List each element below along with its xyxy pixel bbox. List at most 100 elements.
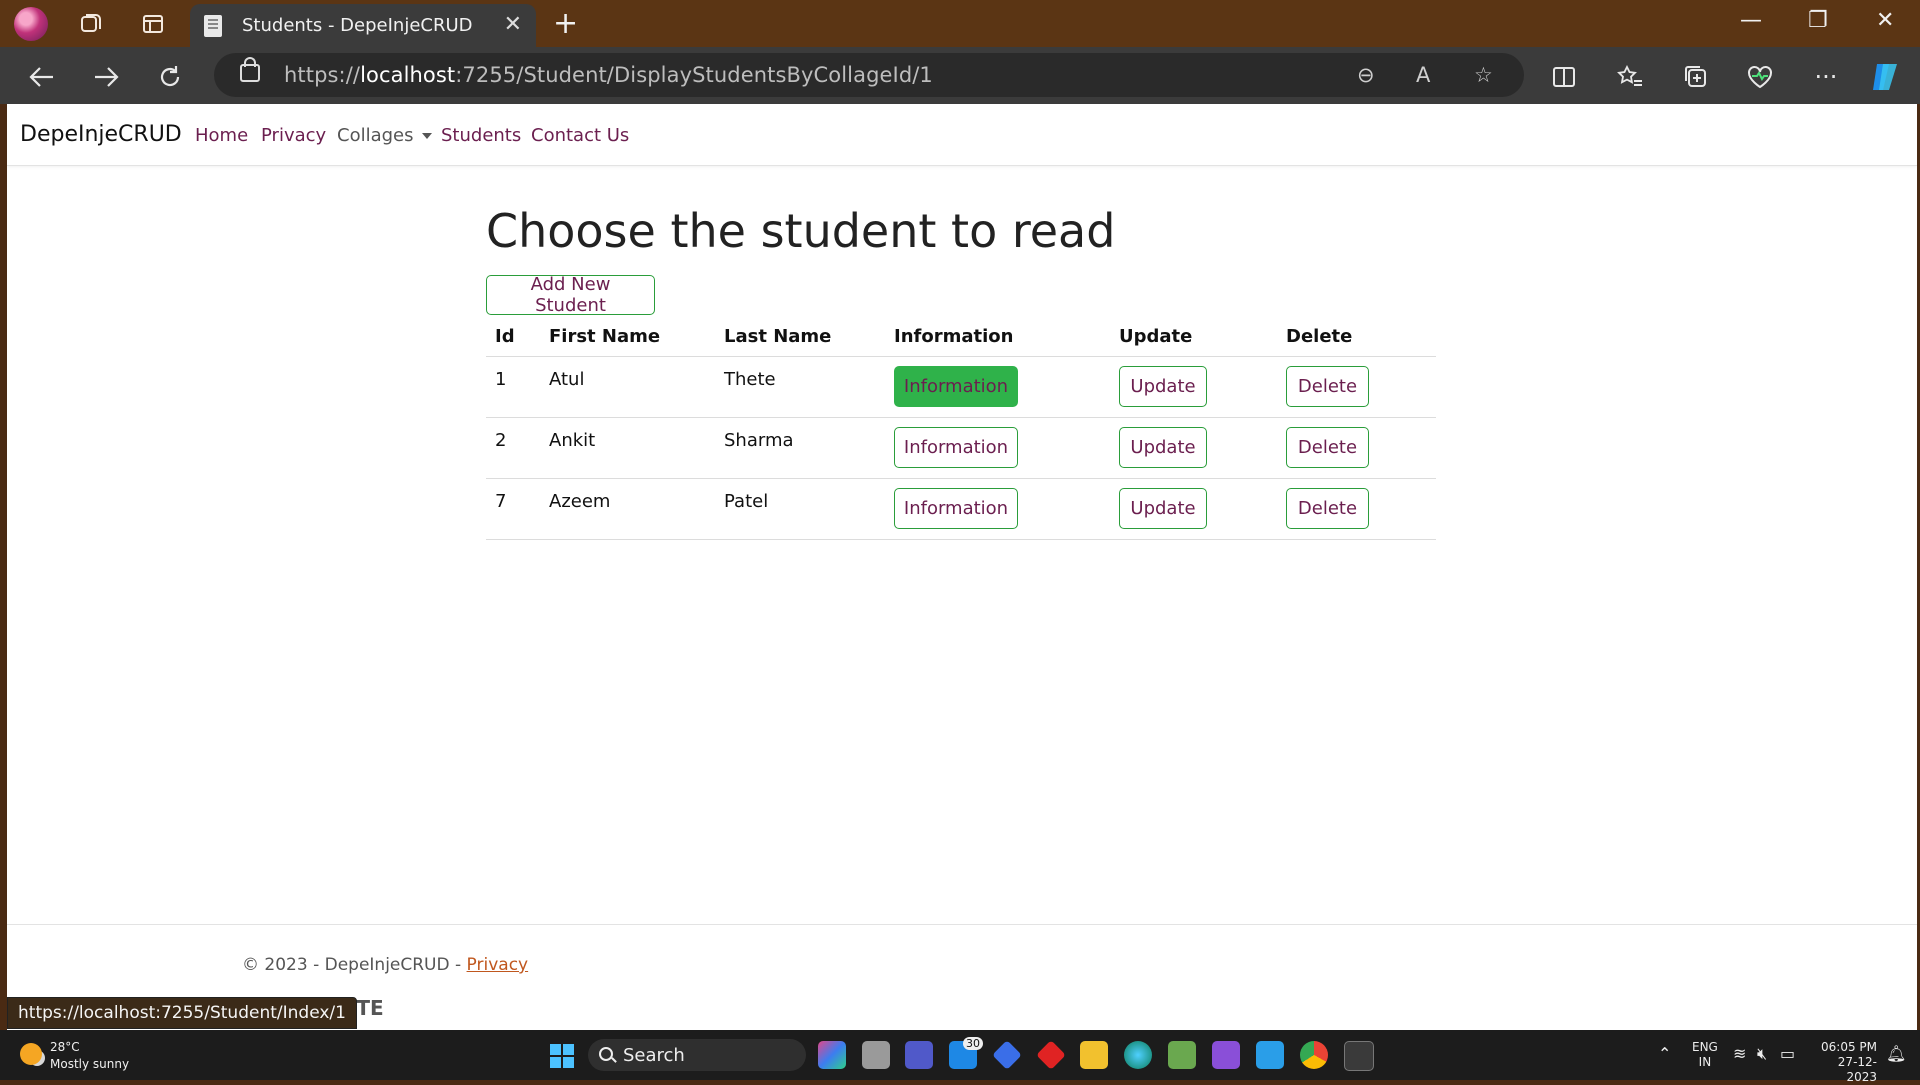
cell-delete: Delete	[1277, 478, 1436, 540]
favorite-star-icon[interactable]: ☆	[1474, 63, 1493, 87]
cell-information: Information	[885, 417, 1110, 479]
page-viewport: DepeInjeCRUD Home Privacy Collages Stude…	[7, 104, 1917, 1030]
split-screen-icon[interactable]	[1546, 59, 1582, 95]
nav-link-home[interactable]: Home	[195, 125, 248, 146]
visual-studio-icon[interactable]	[1212, 1041, 1240, 1069]
cell-information: Information	[885, 356, 1110, 418]
nav-dropdown-collages-label: Collages	[337, 125, 414, 146]
favorites-icon[interactable]	[1612, 59, 1648, 95]
chrome-icon[interactable]	[1300, 1041, 1328, 1069]
add-new-student-button[interactable]: Add New Student	[486, 274, 655, 316]
cell-information: Information	[885, 478, 1110, 540]
update-button[interactable]: Update	[1119, 488, 1207, 529]
copilot-app-icon[interactable]	[818, 1041, 846, 1069]
weather-description[interactable]: Mostly sunny	[50, 1057, 129, 1071]
new-tab-plus-icon[interactable]: +	[553, 6, 578, 41]
show-hidden-icons-chevron-icon[interactable]: ⌃	[1658, 1044, 1671, 1063]
clock[interactable]: 06:05 PM 27-12-2023	[1812, 1040, 1877, 1085]
edge-browser-icon[interactable]	[1124, 1041, 1152, 1069]
profile-avatar[interactable]	[14, 7, 48, 41]
input-language[interactable]: ENG IN	[1692, 1040, 1718, 1070]
refresh-icon[interactable]	[152, 59, 188, 95]
delete-button[interactable]: Delete	[1286, 488, 1369, 529]
weather-sun-icon[interactable]	[20, 1043, 42, 1065]
cell-last-name: Patel	[715, 478, 885, 540]
cell-first-name: Ankit	[540, 417, 715, 479]
footer-privacy-link[interactable]: Privacy	[467, 955, 529, 975]
students-table: Id First Name Last Name Information Upda…	[486, 316, 1436, 540]
mail-badge: 30	[963, 1037, 983, 1050]
vertical-tabs-icon[interactable]	[137, 8, 169, 40]
media-app-icon[interactable]	[992, 1040, 1022, 1070]
site-navbar: DepeInjeCRUD Home Privacy Collages Stude…	[7, 104, 1917, 166]
cell-last-name: Thete	[715, 356, 885, 418]
workspaces-icon[interactable]	[75, 8, 107, 40]
page-favicon-icon	[204, 15, 222, 37]
weather-temperature[interactable]: 28°C	[50, 1040, 80, 1054]
wifi-icon[interactable]: ≋	[1733, 1044, 1746, 1063]
information-button[interactable]: Information	[894, 488, 1018, 529]
address-url[interactable]: https://localhost:7255/Student/DisplaySt…	[284, 63, 933, 87]
taskbar-search[interactable]: Search	[588, 1039, 806, 1071]
taskbar-search-label: Search	[623, 1045, 685, 1066]
red-app-icon[interactable]	[1036, 1040, 1066, 1070]
footer-copyright-text: © 2023 - DepeInjeCRUD -	[242, 955, 467, 975]
restore-window-icon[interactable]: ❐	[1808, 8, 1828, 33]
speaker-muted-icon[interactable]: 🔇︎	[1757, 1044, 1767, 1064]
cell-update: Update	[1110, 417, 1277, 479]
lock-icon[interactable]	[240, 57, 260, 82]
delete-button[interactable]: Delete	[1286, 366, 1369, 407]
column-header-update: Update	[1110, 316, 1277, 357]
cell-update: Update	[1110, 356, 1277, 418]
copilot-icon[interactable]	[1868, 59, 1904, 95]
teams-app-icon[interactable]	[905, 1041, 933, 1069]
cell-id: 2	[486, 417, 540, 479]
active-tab[interactable]: Students - DepeInjeCRUD ✕	[190, 4, 536, 47]
windows-start-icon[interactable]	[550, 1044, 574, 1068]
notepad-plus-icon[interactable]	[1168, 1041, 1196, 1069]
language-region: IN	[1698, 1055, 1712, 1069]
column-header-first-name: First Name	[540, 316, 715, 357]
minimize-icon[interactable]: —	[1740, 8, 1762, 33]
browser-essentials-icon[interactable]	[1742, 59, 1778, 95]
page-title: Choose the student to read	[486, 204, 1116, 258]
terminal-icon[interactable]	[1344, 1041, 1374, 1071]
mail-app-icon[interactable]: 30	[949, 1037, 983, 1069]
cell-id: 1	[486, 356, 540, 418]
information-button[interactable]: Information	[894, 366, 1018, 407]
file-manager-app-icon[interactable]	[862, 1041, 890, 1069]
address-bar[interactable]: https://localhost:7255/Student/DisplaySt…	[214, 53, 1524, 97]
read-aloud-icon[interactable]: A	[1416, 63, 1430, 87]
more-options-icon[interactable]: ···	[1808, 59, 1844, 95]
cell-first-name: Atul	[540, 356, 715, 418]
cell-last-name: Sharma	[715, 417, 885, 479]
update-button[interactable]: Update	[1119, 427, 1207, 468]
column-header-information: Information	[885, 316, 1110, 357]
file-explorer-icon[interactable]	[1080, 1041, 1108, 1069]
nav-link-students[interactable]: Students	[441, 125, 521, 146]
column-header-id: Id	[486, 316, 540, 357]
forward-arrow-icon[interactable]	[88, 59, 124, 95]
collections-icon[interactable]	[1678, 59, 1714, 95]
nav-link-privacy[interactable]: Privacy	[261, 125, 326, 146]
cell-update: Update	[1110, 478, 1277, 540]
vscode-icon[interactable]	[1256, 1041, 1284, 1069]
notification-bell-icon[interactable]: 🔔︎	[1886, 1044, 1906, 1063]
clock-time: 06:05 PM	[1821, 1040, 1877, 1054]
status-bar-url: https://localhost:7255/Student/Index/1	[7, 997, 357, 1029]
close-tab-icon[interactable]: ✕	[504, 12, 522, 37]
cell-first-name: Azeem	[540, 478, 715, 540]
nav-dropdown-collages[interactable]: Collages	[337, 125, 432, 146]
footer-copyright: © 2023 - DepeInjeCRUD - Privacy	[242, 955, 528, 975]
zoom-out-icon[interactable]: ⊖	[1357, 63, 1375, 87]
update-button[interactable]: Update	[1119, 366, 1207, 407]
browser-toolbar: https://localhost:7255/Student/DisplaySt…	[0, 47, 1920, 104]
back-arrow-icon[interactable]	[24, 59, 60, 95]
navbar-brand[interactable]: DepeInjeCRUD	[20, 122, 182, 147]
windows-taskbar: 28°C Mostly sunny Search 30 ⌃ ENG IN ≋ 🔇︎…	[0, 1030, 1920, 1084]
battery-icon[interactable]: ▭	[1780, 1044, 1795, 1063]
nav-link-contact[interactable]: Contact Us	[531, 125, 629, 146]
close-window-icon[interactable]: ✕	[1876, 8, 1894, 33]
information-button[interactable]: Information	[894, 427, 1018, 468]
delete-button[interactable]: Delete	[1286, 427, 1369, 468]
